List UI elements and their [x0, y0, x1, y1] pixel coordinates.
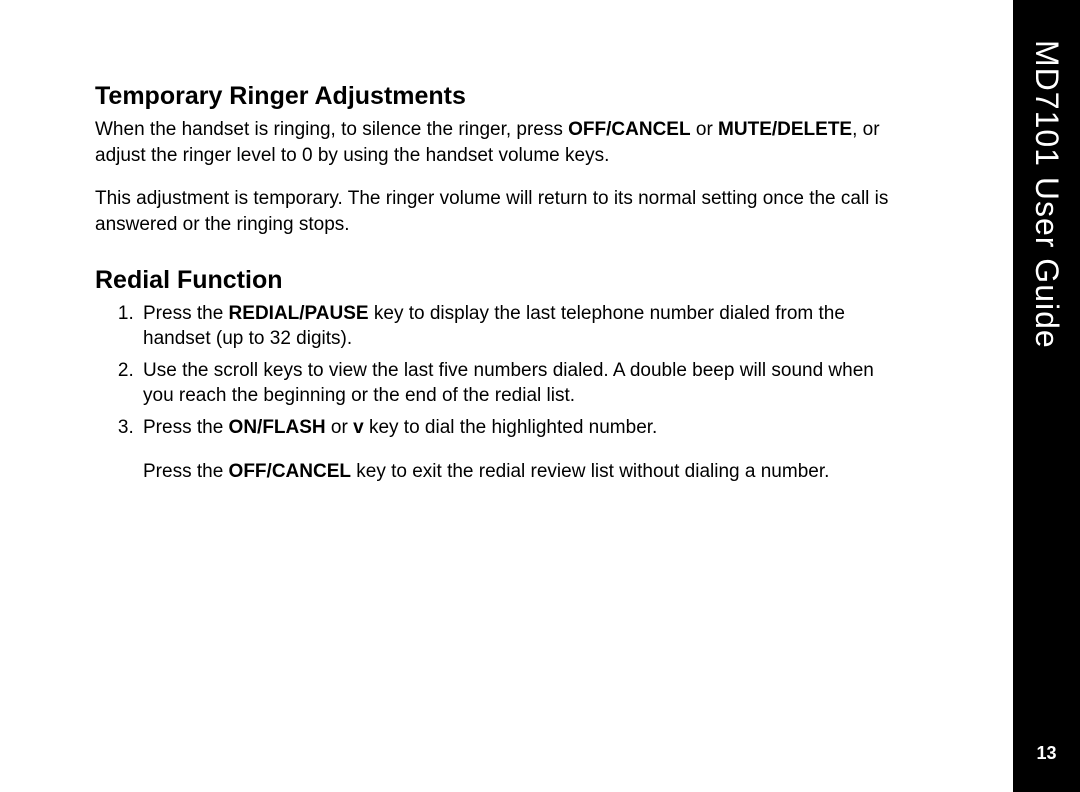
text-fragment: or	[691, 119, 718, 140]
redial-steps-list: Press the REDIAL/PAUSE key to display th…	[95, 301, 893, 485]
heading-temporary-ringer: Temporary Ringer Adjustments	[95, 82, 893, 111]
list-item: Press the ON/FLASH or v key to dial the …	[139, 415, 893, 484]
heading-redial-function: Redial Function	[95, 266, 893, 295]
key-v: v	[353, 417, 364, 438]
page-number: 13	[1036, 743, 1056, 764]
key-off-cancel: OFF/CANCEL	[229, 461, 351, 482]
page-content: Temporary Ringer Adjustments When the ha…	[0, 0, 1013, 484]
key-on-flash: ON/FLASH	[229, 417, 326, 438]
text-fragment: key to exit the redial review list witho…	[351, 461, 829, 482]
text-fragment: Press the	[143, 461, 229, 482]
text-fragment: or	[326, 417, 353, 438]
text-fragment: key to dial the highlighted number.	[364, 417, 658, 438]
para-exit-redial: Press the OFF/CANCEL key to exit the red…	[143, 459, 893, 485]
document-title: MD7101 User Guide	[1028, 40, 1065, 349]
list-item: Use the scroll keys to view the last fiv…	[139, 358, 893, 409]
list-item: Press the REDIAL/PAUSE key to display th…	[139, 301, 893, 352]
key-redial-pause: REDIAL/PAUSE	[229, 303, 369, 324]
key-off-cancel: OFF/CANCEL	[568, 119, 690, 140]
side-tab: MD7101 User Guide 13	[1013, 0, 1080, 792]
text-fragment: When the handset is ringing, to silence …	[95, 119, 568, 140]
para-ringer-instructions: When the handset is ringing, to silence …	[95, 117, 893, 168]
para-adjustment-temporary: This adjustment is temporary. The ringer…	[95, 186, 893, 237]
text-fragment: Press the	[143, 417, 229, 438]
key-mute-delete: MUTE/DELETE	[718, 119, 852, 140]
text-fragment: Press the	[143, 303, 229, 324]
